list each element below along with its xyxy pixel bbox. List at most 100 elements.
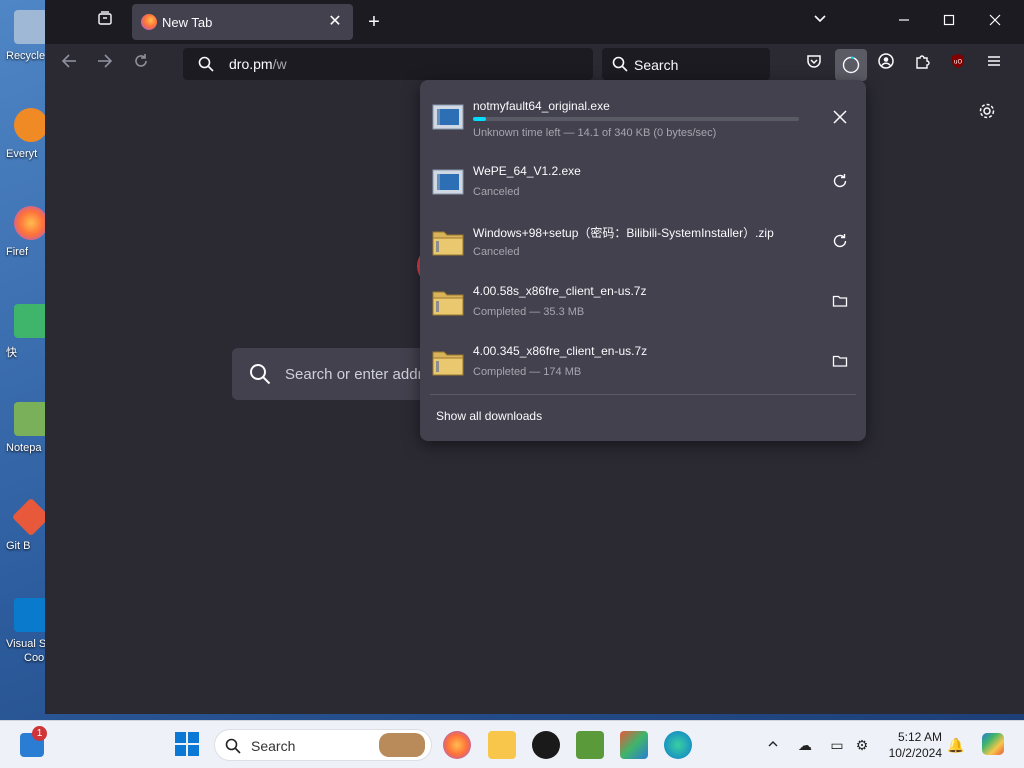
download-item[interactable]: Windows+98+setup（密码：Bilibili-SystemInsta… xyxy=(420,215,866,275)
taskbar-file-explorer-icon[interactable] xyxy=(488,731,516,759)
address-bar[interactable]: dro.pm/w xyxy=(183,48,593,80)
desktop-icon-label: 快 xyxy=(6,347,17,359)
list-all-tabs-button[interactable] xyxy=(806,8,834,36)
show-in-folder-button[interactable] xyxy=(824,289,856,321)
show-in-folder-button[interactable] xyxy=(824,349,856,381)
desktop-icon-vscode[interactable]: Visual S Coo xyxy=(2,598,48,668)
svg-text:uO: uO xyxy=(954,59,963,66)
download-status: Completed — 174 MB xyxy=(473,366,582,378)
download-progress-fill xyxy=(473,117,487,121)
url-host: dro.pm xyxy=(229,56,273,72)
network-tray-icon[interactable]: ⚙ xyxy=(852,735,872,755)
show-hidden-icons-button[interactable] xyxy=(763,735,783,755)
ublock-button[interactable]: uO xyxy=(944,51,972,79)
everything-icon xyxy=(14,108,48,142)
download-filename: 4.00.345_x86fre_client_en-us.7z xyxy=(473,344,648,358)
taskbar-firefox-icon[interactable] xyxy=(443,731,471,759)
tab-list-button[interactable] xyxy=(91,8,119,36)
desktop-icon-git-bash[interactable]: Git B xyxy=(2,497,51,570)
back-button[interactable] xyxy=(55,51,83,79)
taskbar-search-box[interactable]: Search xyxy=(214,729,432,761)
puzzle-icon xyxy=(916,55,930,69)
minimize-icon xyxy=(899,19,909,21)
pocket-icon xyxy=(807,55,821,68)
desktop-icon-app[interactable]: 快 xyxy=(2,304,48,374)
download-item[interactable]: notmyfault64_original.exe Unknown time l… xyxy=(420,90,866,150)
download-item[interactable]: 4.00.58s_x86fre_client_en-us.7z Complete… xyxy=(420,275,866,335)
newtab-settings-button[interactable] xyxy=(973,102,1001,130)
tab-new-tab[interactable]: New Tab ✕ xyxy=(132,4,353,40)
show-all-downloads-button[interactable]: Show all downloads xyxy=(436,409,542,423)
search-icon xyxy=(612,56,628,72)
archive-file-icon xyxy=(432,291,464,316)
minimize-button[interactable] xyxy=(890,8,918,36)
display-tray-icon[interactable]: ▭ xyxy=(827,735,847,755)
notepad-icon xyxy=(14,402,48,436)
download-filename: Windows+98+setup（密码：Bilibili-SystemInsta… xyxy=(473,226,774,240)
new-tab-button[interactable]: + xyxy=(360,8,388,36)
taskbar-notepad-icon[interactable] xyxy=(576,731,604,759)
desktop-icon-label: Git B xyxy=(6,540,31,552)
desktop-icon-label-line2: Coo xyxy=(24,652,45,664)
download-status: Unknown time left — 14.1 of 340 KB (0 by… xyxy=(473,127,717,139)
forward-button[interactable] xyxy=(91,51,119,79)
taskbar-clock[interactable]: 5:12 AM 10/2/2024 xyxy=(880,729,942,761)
gear-icon xyxy=(979,103,995,119)
cancel-download-button[interactable] xyxy=(824,104,856,136)
panel-divider xyxy=(430,394,856,395)
desktop-icon-firefox[interactable]: Firef xyxy=(2,206,48,276)
desktop-icon-label: Recycle xyxy=(6,50,46,62)
search-icon xyxy=(250,364,271,385)
search-highlight-icon xyxy=(379,733,425,757)
start-button[interactable] xyxy=(174,731,202,759)
retry-icon xyxy=(833,174,847,188)
taskbar-edge-icon[interactable] xyxy=(664,731,692,759)
chevron-down-icon xyxy=(814,15,826,23)
newtab-search-placeholder: Search or enter addr xyxy=(285,366,423,383)
account-icon xyxy=(878,53,894,69)
desktop-icon-notepad[interactable]: Notepa xyxy=(2,402,48,472)
arrow-left-icon xyxy=(61,54,76,68)
retry-download-button[interactable] xyxy=(824,169,856,201)
maximize-button[interactable] xyxy=(935,8,963,36)
recycle-bin-icon xyxy=(14,10,48,44)
retry-icon xyxy=(833,234,847,248)
exe-file-icon xyxy=(432,104,464,130)
close-window-button[interactable] xyxy=(981,8,1009,36)
ublock-shield-icon: uO xyxy=(952,54,964,68)
desktop-icon-everything[interactable]: Everyt xyxy=(2,108,48,178)
download-progress-icon xyxy=(842,56,860,74)
account-button[interactable] xyxy=(872,51,900,79)
app-menu-button[interactable] xyxy=(980,51,1008,79)
pocket-button[interactable] xyxy=(800,51,828,79)
download-item[interactable]: WePE_64_V1.2.exe Canceled xyxy=(420,155,866,215)
search-bar[interactable]: Search xyxy=(602,48,770,80)
clock-time: 5:12 AM xyxy=(897,730,942,744)
copilot-icon[interactable] xyxy=(982,733,1004,755)
desktop-icon-recycle-bin[interactable]: Recycle xyxy=(2,10,48,80)
desktop-icon-label: Visual S xyxy=(6,638,47,650)
url-path: /w xyxy=(272,56,287,72)
desktop-icon-label: Notepa xyxy=(6,442,42,454)
reload-button[interactable] xyxy=(127,51,155,79)
archive-file-icon xyxy=(432,351,464,376)
extensions-button[interactable] xyxy=(908,51,936,79)
downloads-button[interactable] xyxy=(835,49,867,81)
download-item[interactable]: 4.00.345_x86fre_client_en-us.7z Complete… xyxy=(420,335,866,395)
widgets-notification-badge: 1 xyxy=(32,726,47,741)
firefox-favicon-icon xyxy=(141,14,157,30)
search-icon xyxy=(198,56,214,72)
hamburger-menu-icon xyxy=(988,56,1000,66)
tab-title: New Tab xyxy=(162,15,213,30)
firefox-icon xyxy=(14,206,48,240)
taskbar-git-icon[interactable] xyxy=(620,731,648,759)
notification-bell-icon[interactable]: 🔔 xyxy=(946,735,966,755)
retry-download-button[interactable] xyxy=(824,229,856,261)
address-text: dro.pm/w xyxy=(229,56,287,72)
onedrive-tray-icon[interactable]: ☁ xyxy=(795,735,815,755)
clock-date: 10/2/2024 xyxy=(888,746,942,760)
taskbar-app-icon[interactable] xyxy=(532,731,560,759)
tab-close-button[interactable]: ✕ xyxy=(325,12,345,32)
folder-icon xyxy=(832,355,848,367)
folder-icon xyxy=(832,295,848,307)
